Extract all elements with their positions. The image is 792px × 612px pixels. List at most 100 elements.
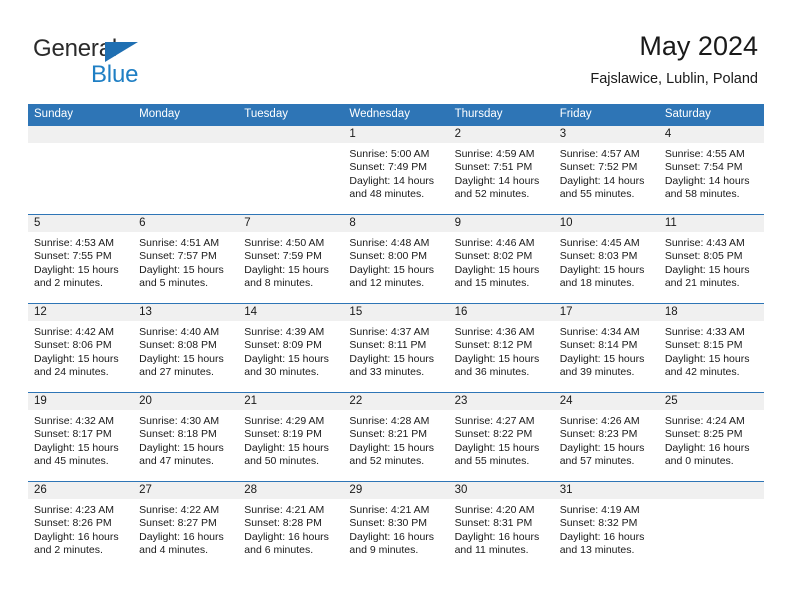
calendar-day-cell[interactable]: 23 Sunrise: 4:27 AM Sunset: 8:22 PM Dayligh… xyxy=(448,392,554,482)
weekday-header-wednesday: Wednesday xyxy=(343,104,449,126)
day-number xyxy=(28,126,134,143)
day-cell-details xyxy=(659,499,764,504)
calendar-day-cell[interactable]: 27 Sunrise: 4:22 AM Sunset: 8:27 PM Dayligh… xyxy=(133,481,239,571)
daylight-text-line1: Daylight: 15 hours xyxy=(139,441,224,454)
day-number: 24 xyxy=(553,393,659,410)
calendar-day-cell[interactable]: 1 Sunrise: 5:00 AM Sunset: 7:49 PM Daylight… xyxy=(343,125,449,215)
calendar-day-cell[interactable]: 31 Sunrise: 4:19 AM Sunset: 8:32 PM Dayligh… xyxy=(553,481,659,571)
calendar-day-cell[interactable]: 29 Sunrise: 4:21 AM Sunset: 8:30 PM Dayligh… xyxy=(343,481,449,571)
day-cell-inner: 24 Sunrise: 4:26 AM Sunset: 8:23 PM Dayligh… xyxy=(553,393,659,481)
daylight-text-line2: and 18 minutes. xyxy=(559,277,635,290)
daylight-text-line1: Daylight: 15 hours xyxy=(349,263,435,276)
sunrise-text: Sunrise: 4:36 AM xyxy=(454,326,535,338)
daylight-text-line1: Daylight: 14 hours xyxy=(664,174,750,187)
weekday-header-thursday: Thursday xyxy=(448,104,554,126)
sunset-text: Sunset: 8:30 PM xyxy=(349,517,428,530)
daylight-text-line1: Daylight: 16 hours xyxy=(664,441,750,454)
day-cell-details: Sunrise: 4:24 AM Sunset: 8:25 PM Daylight:… xyxy=(659,410,764,469)
day-cell-details: Sunrise: 5:00 AM Sunset: 7:49 PM Daylight:… xyxy=(343,143,448,202)
calendar-day-cell[interactable]: 12 Sunrise: 4:42 AM Sunset: 8:06 PM Dayligh… xyxy=(28,303,134,393)
day-cell-details: Sunrise: 4:21 AM Sunset: 8:30 PM Daylight:… xyxy=(343,499,448,558)
calendar-cell-empty xyxy=(28,125,134,215)
day-cell-inner: 19 Sunrise: 4:32 AM Sunset: 8:17 PM Dayligh… xyxy=(28,393,134,481)
day-number: 22 xyxy=(343,393,449,410)
sunset-text: Sunset: 8:19 PM xyxy=(244,428,322,441)
day-number: 8 xyxy=(343,215,449,232)
calendar-day-cell[interactable]: 15 Sunrise: 4:37 AM Sunset: 8:11 PM Dayligh… xyxy=(343,303,449,393)
day-cell-inner: 20 Sunrise: 4:30 AM Sunset: 8:18 PM Dayligh… xyxy=(133,393,239,481)
calendar-body: 1 Sunrise: 5:00 AM Sunset: 7:49 PM Daylight… xyxy=(28,125,764,571)
day-cell-inner: 18 Sunrise: 4:33 AM Sunset: 8:15 PM Dayligh… xyxy=(658,304,764,392)
calendar-day-cell[interactable]: 26 Sunrise: 4:23 AM Sunset: 8:26 PM Dayligh… xyxy=(28,481,134,571)
daylight-text-line1: Daylight: 15 hours xyxy=(664,352,750,365)
daylight-text-line2: and 50 minutes. xyxy=(244,455,319,468)
weekday-header-saturday: Saturday xyxy=(658,104,764,126)
calendar-day-cell[interactable]: 16 Sunrise: 4:36 AM Sunset: 8:12 PM Dayligh… xyxy=(448,303,554,393)
daylight-text-line2: and 9 minutes. xyxy=(349,544,419,557)
calendar-day-cell[interactable]: 19 Sunrise: 4:32 AM Sunset: 8:17 PM Dayligh… xyxy=(28,392,134,482)
calendar-day-cell[interactable]: 21 Sunrise: 4:29 AM Sunset: 8:19 PM Dayligh… xyxy=(238,392,344,482)
daylight-text-line1: Daylight: 15 hours xyxy=(454,263,540,276)
calendar-day-cell[interactable]: 20 Sunrise: 4:30 AM Sunset: 8:18 PM Dayligh… xyxy=(133,392,239,482)
day-cell-inner: 15 Sunrise: 4:37 AM Sunset: 8:11 PM Dayligh… xyxy=(343,304,449,392)
calendar-day-cell[interactable]: 3 Sunrise: 4:57 AM Sunset: 7:52 PM Daylight… xyxy=(553,125,659,215)
calendar-day-cell[interactable]: 24 Sunrise: 4:26 AM Sunset: 8:23 PM Dayligh… xyxy=(553,392,659,482)
day-cell-inner xyxy=(658,482,764,570)
day-cell-inner: 3 Sunrise: 4:57 AM Sunset: 7:52 PM Daylight… xyxy=(553,126,659,214)
brand-logo[interactable]: General Blue xyxy=(33,36,263,92)
day-number: 1 xyxy=(343,126,449,143)
calendar-day-cell[interactable]: 22 Sunrise: 4:28 AM Sunset: 8:21 PM Dayligh… xyxy=(343,392,449,482)
calendar-day-cell[interactable]: 10 Sunrise: 4:45 AM Sunset: 8:03 PM Dayligh… xyxy=(553,214,659,304)
sunset-text: Sunset: 8:11 PM xyxy=(349,339,427,352)
calendar-day-cell[interactable]: 11 Sunrise: 4:43 AM Sunset: 8:05 PM Dayligh… xyxy=(658,214,764,304)
calendar-day-cell[interactable]: 28 Sunrise: 4:21 AM Sunset: 8:28 PM Dayligh… xyxy=(238,481,344,571)
day-cell-details: Sunrise: 4:28 AM Sunset: 8:21 PM Daylight:… xyxy=(343,410,448,469)
calendar-cell-empty xyxy=(133,125,239,215)
calendar-day-cell[interactable]: 30 Sunrise: 4:20 AM Sunset: 8:31 PM Dayligh… xyxy=(448,481,554,571)
day-number: 5 xyxy=(28,215,134,232)
daylight-text-line2: and 4 minutes. xyxy=(139,544,209,557)
sunrise-text: Sunrise: 4:26 AM xyxy=(559,415,640,427)
calendar-day-cell[interactable]: 5 Sunrise: 4:53 AM Sunset: 7:55 PM Daylight… xyxy=(28,214,134,304)
calendar-day-cell[interactable]: 18 Sunrise: 4:33 AM Sunset: 8:15 PM Dayligh… xyxy=(658,303,764,393)
daylight-text-line1: Daylight: 15 hours xyxy=(244,441,329,454)
daylight-text-line2: and 55 minutes. xyxy=(454,455,530,468)
sunrise-text: Sunrise: 4:55 AM xyxy=(664,148,745,160)
calendar-day-cell[interactable]: 4 Sunrise: 4:55 AM Sunset: 7:54 PM Daylight… xyxy=(658,125,764,215)
daylight-text-line2: and 30 minutes. xyxy=(244,366,319,379)
calendar-day-cell[interactable]: 2 Sunrise: 4:59 AM Sunset: 7:51 PM Daylight… xyxy=(448,125,554,215)
sunset-text: Sunset: 8:22 PM xyxy=(454,428,533,441)
day-cell-inner xyxy=(28,126,134,214)
daylight-text-line2: and 58 minutes. xyxy=(664,188,740,201)
day-cell-details: Sunrise: 4:45 AM Sunset: 8:03 PM Daylight:… xyxy=(554,232,659,291)
daylight-text-line2: and 47 minutes. xyxy=(139,455,214,468)
daylight-text-line1: Daylight: 16 hours xyxy=(244,530,329,543)
calendar-day-cell[interactable]: 7 Sunrise: 4:50 AM Sunset: 7:59 PM Daylight… xyxy=(238,214,344,304)
day-number: 26 xyxy=(28,482,134,499)
sunset-text: Sunset: 8:27 PM xyxy=(139,517,217,530)
sunset-text: Sunset: 7:57 PM xyxy=(139,250,217,263)
calendar-day-cell[interactable]: 13 Sunrise: 4:40 AM Sunset: 8:08 PM Dayligh… xyxy=(133,303,239,393)
day-cell-details: Sunrise: 4:55 AM Sunset: 7:54 PM Daylight:… xyxy=(659,143,764,202)
sunrise-text: Sunrise: 4:48 AM xyxy=(349,237,430,249)
calendar-table: Sunday Monday Tuesday Wednesday Thursday… xyxy=(28,104,764,571)
sunrise-text: Sunrise: 4:30 AM xyxy=(139,415,220,427)
sunrise-text: Sunrise: 4:21 AM xyxy=(349,504,430,516)
sunset-text: Sunset: 8:28 PM xyxy=(244,517,322,530)
sunrise-text: Sunrise: 4:33 AM xyxy=(664,326,745,338)
sunset-text: Sunset: 8:05 PM xyxy=(664,250,743,263)
daylight-text-line1: Daylight: 15 hours xyxy=(244,263,329,276)
calendar-day-cell[interactable]: 9 Sunrise: 4:46 AM Sunset: 8:02 PM Daylight… xyxy=(448,214,554,304)
calendar-day-cell[interactable]: 25 Sunrise: 4:24 AM Sunset: 8:25 PM Dayligh… xyxy=(658,392,764,482)
day-cell-details: Sunrise: 4:50 AM Sunset: 7:59 PM Daylight:… xyxy=(238,232,343,291)
calendar-day-cell[interactable]: 17 Sunrise: 4:34 AM Sunset: 8:14 PM Dayligh… xyxy=(553,303,659,393)
day-cell-inner: 7 Sunrise: 4:50 AM Sunset: 7:59 PM Daylight… xyxy=(238,215,344,303)
daylight-text-line1: Daylight: 16 hours xyxy=(139,530,224,543)
calendar-day-cell[interactable]: 6 Sunrise: 4:51 AM Sunset: 7:57 PM Daylight… xyxy=(133,214,239,304)
day-cell-inner: 10 Sunrise: 4:45 AM Sunset: 8:03 PM Dayligh… xyxy=(553,215,659,303)
calendar-day-cell[interactable]: 14 Sunrise: 4:39 AM Sunset: 8:09 PM Dayligh… xyxy=(238,303,344,393)
calendar-day-cell[interactable]: 8 Sunrise: 4:48 AM Sunset: 8:00 PM Daylight… xyxy=(343,214,449,304)
sunrise-text: Sunrise: 4:40 AM xyxy=(139,326,220,338)
daylight-text-line2: and 42 minutes. xyxy=(664,366,740,379)
day-number: 11 xyxy=(658,215,764,232)
